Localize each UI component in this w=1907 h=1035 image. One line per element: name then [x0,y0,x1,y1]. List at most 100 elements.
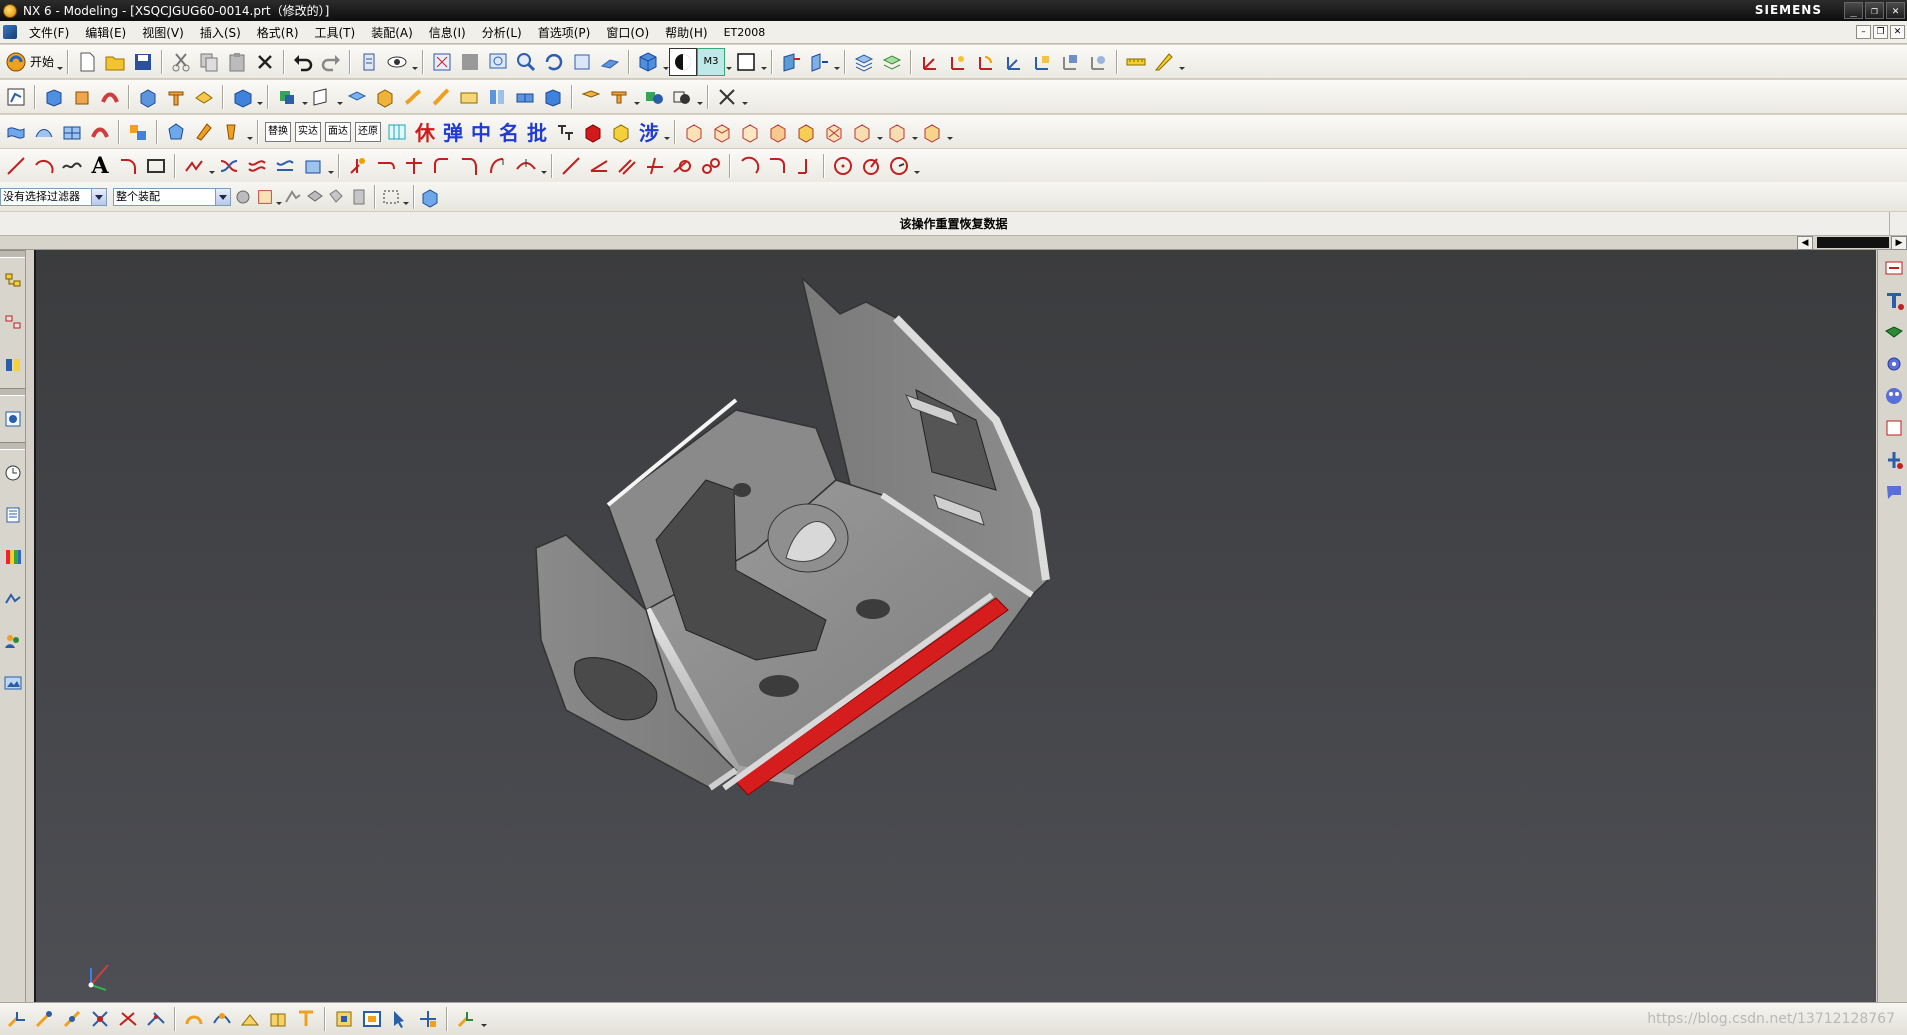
save-icon[interactable] [129,48,157,76]
section-view-icon[interactable] [777,48,805,76]
graphics-window[interactable] [34,250,1876,1002]
menu-format[interactable]: 格式(R) [249,24,307,41]
new-file-icon[interactable] [73,48,101,76]
wcs-set-icon[interactable] [1084,48,1112,76]
edit-fillet-icon[interactable] [428,152,456,180]
trimetric-dropdown[interactable] [911,118,918,146]
doc-minimize-button[interactable]: – [1856,25,1871,39]
chevron-down-icon[interactable] [91,188,106,205]
render-mode-button[interactable]: M3 [697,47,726,76]
offset-face-icon[interactable] [539,83,567,111]
cut-icon[interactable] [167,48,195,76]
boolean-dropdown[interactable] [256,83,263,111]
rectangle-icon[interactable] [142,152,170,180]
view-trimetric-icon[interactable] [883,118,911,146]
zoom-window-icon[interactable] [456,48,484,76]
view-left-icon[interactable] [792,118,820,146]
unite-icon[interactable] [228,83,256,111]
view-right-icon[interactable] [736,118,764,146]
orient-view-dropdown[interactable] [662,48,670,76]
speech-tool-icon[interactable] [1881,478,1907,506]
rectangle-select-icon[interactable] [380,183,402,211]
project-curve-icon[interactable] [271,152,299,180]
hanzi-she-button[interactable]: 涉 [635,117,663,146]
mask-tool-icon[interactable] [1881,382,1907,410]
arc-radius-icon[interactable] [791,152,819,180]
hanzi-pi-button[interactable]: 批 [523,117,551,146]
table-grid-icon[interactable] [383,118,411,146]
edge-blend-icon[interactable] [343,83,371,111]
through-curves-icon[interactable] [30,118,58,146]
menu-preferences[interactable]: 首选项(P) [530,24,599,41]
nav-right-icon[interactable]: ▶ [1891,236,1907,250]
studio-surface-icon[interactable] [124,118,152,146]
swept-surface-icon[interactable] [86,118,114,146]
face-text-button[interactable]: 面达 [325,121,351,142]
start-dropdown[interactable] [56,48,64,76]
background-dropdown[interactable] [760,48,768,76]
circle-center-icon[interactable] [829,152,857,180]
view-custom-icon[interactable] [918,118,946,146]
cursor-location-icon[interactable] [386,1005,414,1033]
wcs-origin-icon[interactable] [916,48,944,76]
fillet-curve-icon[interactable] [114,152,142,180]
n-sided-surface-icon[interactable] [162,118,190,146]
join-curve-icon[interactable] [243,152,271,180]
open-folder-icon[interactable] [101,48,129,76]
perpendicular-line-icon[interactable] [641,152,669,180]
selection-scope-dropdown[interactable]: 整个装配 [113,187,231,206]
circle-dropdown[interactable] [913,152,920,180]
ruled-surface-icon[interactable] [2,118,30,146]
red-cube-icon[interactable] [579,118,607,146]
menu-assemblies[interactable]: 装配(A) [363,24,421,41]
tangent-line-icon[interactable] [669,152,697,180]
circle-tangent-icon[interactable] [885,152,913,180]
menu-et2008[interactable]: ET2008 [716,26,774,39]
bounded-plane-icon[interactable] [190,118,218,146]
menu-tools[interactable]: 工具(T) [307,24,364,41]
text-layout-icon[interactable] [551,118,579,146]
intersect-curve-icon[interactable] [299,152,327,180]
system-scenes-icon[interactable] [1,670,25,696]
text-tool-icon[interactable] [1881,286,1907,314]
yellow-cube-icon[interactable] [607,118,635,146]
system-materials-icon[interactable] [1,502,25,528]
zoom-region-icon[interactable] [484,48,512,76]
doc-close-button[interactable]: ✕ [1890,25,1905,39]
curve-length-icon[interactable] [484,152,512,180]
circle-radius-icon[interactable] [857,152,885,180]
menu-insert[interactable]: 插入(S) [192,24,249,41]
hanzi-xiu-button[interactable]: 休 [411,117,439,146]
restore-text-button[interactable]: 还原 [355,121,381,142]
menu-file[interactable]: 文件(F) [21,24,77,41]
snap-settings-icon[interactable] [452,1005,480,1033]
extrude-icon[interactable] [40,83,68,111]
through-curve-mesh-icon[interactable] [58,118,86,146]
extract-geometry-icon[interactable] [577,83,605,111]
dimension-icon[interactable] [713,83,741,111]
menu-edit[interactable]: 编辑(E) [77,24,134,41]
snap-arc-center-icon[interactable] [142,1005,170,1033]
trim-corner-icon[interactable] [372,152,400,180]
view-bottom-icon[interactable] [820,118,848,146]
trim-body-icon[interactable] [273,83,301,111]
arc-center-icon[interactable] [763,152,791,180]
show-hide-icon[interactable] [383,48,411,76]
assembly-component-icon[interactable] [640,83,668,111]
boss-icon[interactable] [190,83,218,111]
snap-end-icon[interactable] [348,183,370,211]
selection-intent-dropdown[interactable] [275,183,282,211]
wcs-save-icon[interactable] [1056,48,1084,76]
wcs-dynamics-icon[interactable] [944,48,972,76]
divide-curve-icon[interactable] [400,152,428,180]
select-mode-dropdown[interactable] [402,183,409,211]
spline-icon[interactable] [58,152,86,180]
chamfer-icon[interactable] [371,83,399,111]
background-icon[interactable] [732,48,760,76]
snap-end-point-icon[interactable] [30,1005,58,1033]
hanzi-ming-button[interactable]: 名 [495,117,523,146]
solid-text-button[interactable]: 实达 [295,121,321,142]
thicken-icon[interactable] [511,83,539,111]
sweep-icon[interactable] [96,83,124,111]
snap-mid-point-icon[interactable] [58,1005,86,1033]
